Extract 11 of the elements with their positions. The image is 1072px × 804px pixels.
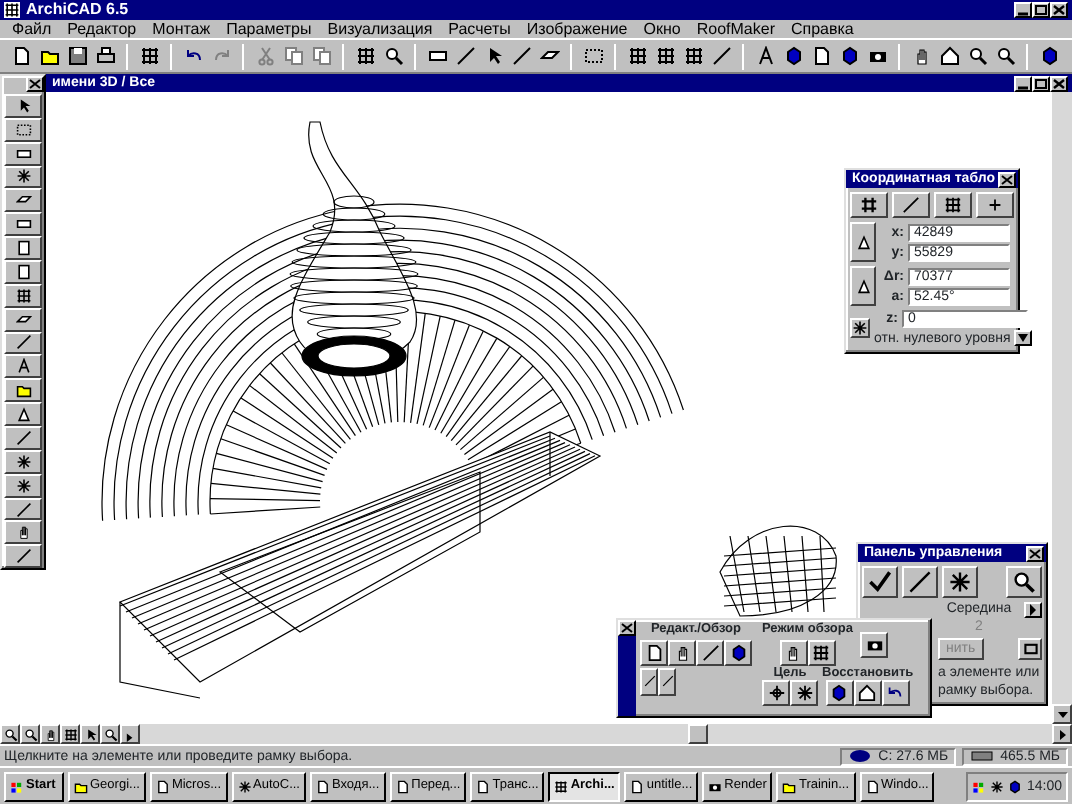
menu-item[interactable]: Редактор — [67, 21, 137, 37]
window-title: ArchiCAD 6.5 — [26, 2, 129, 18]
menu-item[interactable]: Справка — [790, 21, 854, 37]
menu-item[interactable]: Монтаж — [152, 21, 211, 37]
menu-item[interactable]: Визуализация — [327, 21, 433, 37]
menu-item[interactable]: Файл — [12, 21, 52, 37]
menu-item[interactable]: Расчеты — [448, 21, 511, 37]
menu-item[interactable]: Параметры — [226, 21, 312, 37]
menu-item[interactable]: RoofMaker — [696, 21, 775, 37]
menu-item[interactable]: Изображение — [526, 21, 628, 37]
menu-item[interactable]: Окно — [643, 21, 681, 37]
